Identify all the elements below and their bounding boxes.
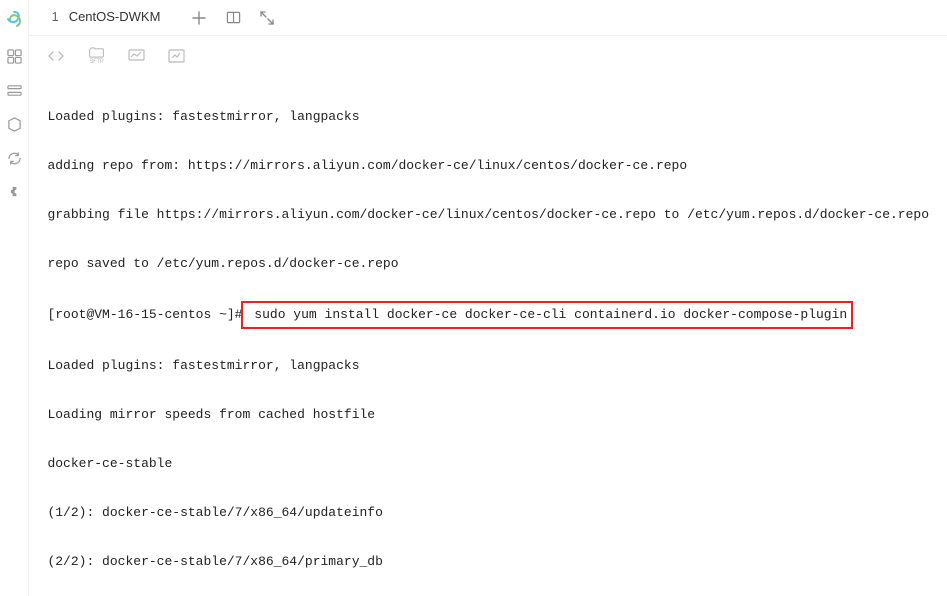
list-icon[interactable]: [6, 82, 22, 98]
app-logo-icon: [4, 10, 24, 30]
split-pane-button[interactable]: [224, 9, 242, 27]
sftp-tool-icon[interactable]: SFTP: [87, 47, 105, 65]
extensions-icon[interactable]: [6, 184, 22, 200]
new-tab-button[interactable]: [190, 9, 208, 27]
term-line: docker-ce-stable: [47, 452, 929, 477]
term-line: Loaded plugins: fastestmirror, langpacks: [47, 105, 929, 130]
servers-icon[interactable]: [6, 48, 22, 64]
tab-bar: 1 CentOS-DWKM: [29, 0, 947, 36]
main-area: 1 CentOS-DWKM SFTP Loa: [29, 0, 947, 596]
tab-title: CentOS-DWKM: [69, 9, 161, 24]
term-line: (1/2): docker-ce-stable/7/x86_64/updatei…: [47, 501, 929, 526]
terminal-output[interactable]: Loaded plugins: fastestmirror, langpacks…: [29, 76, 947, 596]
highlighted-command: sudo yum install docker-ce docker-ce-cli…: [241, 301, 854, 330]
monitor-tool-icon[interactable]: [127, 47, 145, 65]
term-line: adding repo from: https://mirrors.aliyun…: [47, 154, 929, 179]
tab-session[interactable]: 1 CentOS-DWKM: [41, 0, 170, 36]
fullscreen-button[interactable]: [258, 9, 276, 27]
term-line: Loading mirror speeds from cached hostfi…: [47, 403, 929, 428]
code-tool-icon[interactable]: [47, 47, 65, 65]
prompt: [root@VM-16-15-centos ~]#: [47, 307, 242, 322]
sync-icon[interactable]: [6, 150, 22, 166]
sftp-label: SFTP: [89, 59, 103, 65]
tab-index: 1: [51, 9, 58, 24]
term-line: Loaded plugins: fastestmirror, langpacks: [47, 354, 929, 379]
activity-bar: [0, 0, 29, 596]
term-prompt-line: [root@VM-16-15-centos ~]# sudo yum insta…: [47, 301, 929, 330]
chart-tool-icon[interactable]: [167, 47, 185, 65]
term-line: repo saved to /etc/yum.repos.d/docker-ce…: [47, 252, 929, 277]
session-toolbar: SFTP: [29, 36, 947, 76]
term-line: (2/2): docker-ce-stable/7/x86_64/primary…: [47, 550, 929, 575]
cube-icon[interactable]: [6, 116, 22, 132]
term-line: grabbing file https://mirrors.aliyun.com…: [47, 203, 929, 228]
